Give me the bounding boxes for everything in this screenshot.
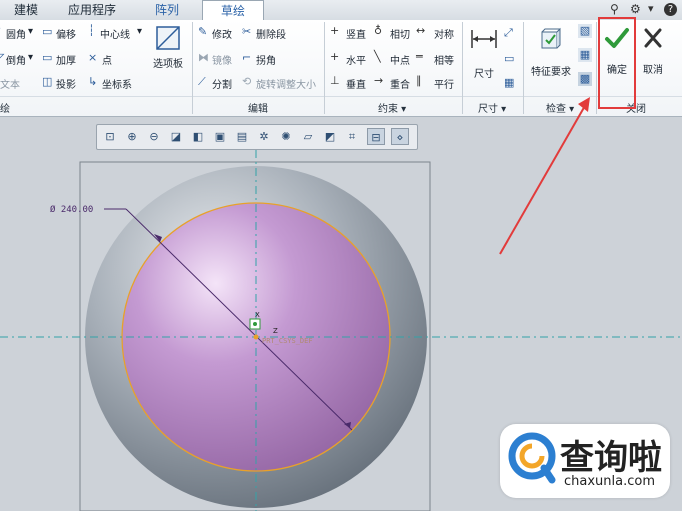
saved-orientations-icon[interactable]: ▣: [211, 128, 229, 145]
csys-label: PRT_CSYS_DEF: [262, 337, 313, 345]
ok-highlight-box: [598, 17, 636, 109]
display-style-icon[interactable]: ◧: [189, 128, 207, 145]
datum-display-icon[interactable]: ✲: [255, 128, 273, 145]
annotation-arrow-head: [578, 97, 590, 112]
watermark-url: chaxunla.com: [564, 474, 655, 489]
zoom-out-icon[interactable]: ⊖: [145, 128, 163, 145]
watermark-badge: 查询啦 chaxunla.com: [500, 424, 670, 498]
sketcher-display-icon[interactable]: ⌗: [343, 128, 361, 145]
watermark-title: 查询啦: [560, 438, 662, 478]
spin-center-icon[interactable]: ✺: [277, 128, 295, 145]
zoom-in-icon[interactable]: ⊕: [123, 128, 141, 145]
vertex-display-icon[interactable]: ⋄: [391, 128, 409, 145]
sketch-view-icon[interactable]: ◩: [321, 128, 339, 145]
constraints-display-icon[interactable]: ⊟: [367, 128, 385, 145]
view-manager-icon[interactable]: ▤: [233, 128, 251, 145]
axis-z-label: Z: [273, 327, 278, 335]
view-toolbar: ⊡ ⊕ ⊖ ◪ ◧ ▣ ▤ ✲ ✺ ▱ ◩ ⌗ ⊟ ⋄: [96, 124, 418, 150]
annotation-arrow: [499, 103, 587, 255]
csys-origin-icon: [253, 322, 257, 326]
watermark-logo-icon: [508, 432, 556, 484]
origin-point[interactable]: [253, 334, 259, 340]
repaint-icon[interactable]: ◪: [167, 128, 185, 145]
refit-icon[interactable]: ⊡: [101, 128, 119, 145]
diameter-dimension-text[interactable]: Ø 240.00: [50, 204, 93, 215]
axis-x-label: X: [255, 311, 260, 319]
annotation-display-icon[interactable]: ▱: [299, 128, 317, 145]
